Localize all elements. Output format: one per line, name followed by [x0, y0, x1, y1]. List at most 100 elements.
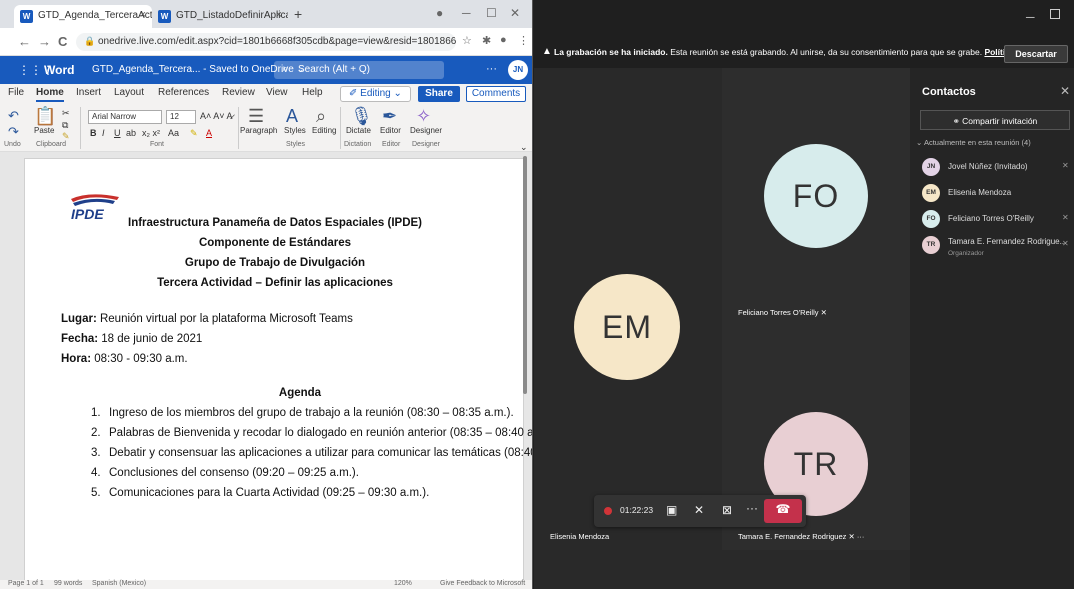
designer-icon[interactable]: ✧ [416, 106, 431, 127]
address-bar-row: ← → C 🔒 onedrive.live.com/edit.aspx?cid=… [0, 28, 532, 56]
recording-banner: ▲ La grabación se ha iniciado. Esta reun… [534, 38, 1074, 68]
new-tab-button[interactable]: + [294, 6, 302, 22]
reload-icon[interactable]: C [58, 34, 67, 49]
italic-icon[interactable]: I [102, 128, 105, 138]
search-input[interactable]: ⌕ Search (Alt + Q) [274, 61, 444, 79]
tab-review[interactable]: Review [222, 87, 255, 98]
document-page[interactable]: IPDE Infraestructura Panameña de Datos E… [24, 158, 532, 588]
paste-icon[interactable]: 📋 [34, 106, 56, 127]
group-designer: Designer [412, 141, 441, 148]
share-screen-icon[interactable]: ⊠ [722, 503, 732, 517]
call-controls: 01:22:23 ▣ ✕ ⊠ ··· ☎ [594, 495, 806, 527]
participants-panel: Contactos ✕ ⚭ Compartir invitación ⌄ Act… [910, 68, 1074, 589]
mic-off-icon[interactable]: ✕ [694, 503, 704, 517]
cut-icon[interactable]: ✂ [62, 108, 70, 119]
tab-view[interactable]: View [266, 87, 288, 98]
word-count: 99 words [54, 580, 83, 587]
forward-icon[interactable]: → [38, 34, 51, 49]
tab-label: GTD_Agenda_TerceraActividad_\ [38, 10, 152, 21]
group-dictation: Dictation [344, 141, 372, 148]
hang-up-button[interactable]: ☎ [764, 499, 802, 523]
close-tab-icon[interactable]: × [276, 9, 282, 21]
extensions-icon[interactable]: ✱ [482, 34, 491, 47]
account-icon[interactable]: ● [500, 34, 507, 46]
comments-button[interactable]: Comments [466, 86, 526, 102]
close-tab-icon[interactable]: × [140, 9, 146, 21]
url-input[interactable]: 🔒 onedrive.live.com/edit.aspx?cid=1801b6… [76, 33, 456, 51]
zoom-level[interactable]: 120% [394, 580, 412, 587]
scrollbar[interactable] [523, 156, 527, 394]
find-icon[interactable]: ⌕ [316, 106, 326, 127]
maximize-icon[interactable]: ☐ [486, 6, 497, 20]
word-header: ⋮⋮⋮ Word GTD_Agenda_Tercera... - Saved t… [0, 56, 532, 84]
redo-icon[interactable]: ↷ [8, 124, 19, 140]
word-icon: W [158, 10, 171, 23]
share-invite-button[interactable]: ⚭ Compartir invitación [920, 110, 1070, 130]
more-icon[interactable]: ··· [486, 63, 497, 75]
camera-off-icon[interactable]: ▣ [666, 503, 677, 517]
share-button[interactable]: Share [418, 86, 460, 102]
participant-item[interactable]: EM Elisenia Mendoza [922, 184, 1072, 206]
avatar[interactable]: JN [508, 60, 528, 80]
section-header[interactable]: ⌄ Actualmente en esta reunión (4) [916, 138, 1031, 147]
styles-icon[interactable]: A [286, 106, 298, 127]
font-size-select[interactable]: 12 [166, 110, 196, 124]
tab-insert[interactable]: Insert [76, 87, 101, 98]
minimize-icon[interactable]: ─ [1026, 10, 1035, 24]
maximize-icon[interactable] [1050, 9, 1060, 19]
divider [238, 107, 239, 149]
profile-icon[interactable]: ● [436, 6, 443, 20]
subscript-icon[interactable]: x₂ x² [142, 128, 160, 138]
change-case-icon[interactable]: Aa [168, 128, 179, 138]
close-icon[interactable]: ✕ [1060, 84, 1070, 98]
page-count: Page 1 of 1 [8, 580, 44, 587]
participant-item[interactable]: TR Tamara E. Fernandez Rodrigue... Organ… [922, 236, 1072, 258]
document-title[interactable]: GTD_Agenda_Tercera... - Saved to OneDriv… [92, 64, 305, 75]
feedback-link[interactable]: Give Feedback to Microsoft [440, 580, 525, 587]
minimize-icon[interactable]: ─ [462, 6, 471, 20]
participant-item[interactable]: JN Jovel Núñez (Invitado) ✕ [922, 158, 1072, 180]
tab-home[interactable]: Home [36, 87, 64, 102]
paragraph-label: Paragraph [240, 126, 278, 135]
tab-references[interactable]: References [158, 87, 209, 98]
close-window-icon[interactable]: ✕ [510, 6, 520, 20]
fecha-line: Fecha: 18 de junio de 2021 [61, 333, 202, 345]
bold-icon[interactable]: B [90, 128, 97, 138]
font-name-select[interactable]: Arial Narrow [88, 110, 162, 124]
font-color-icon[interactable]: A [206, 128, 212, 138]
highlight-icon[interactable]: ✎ [190, 128, 198, 139]
phone-icon: ☎ [775, 502, 791, 516]
panel-title: Contactos [922, 86, 976, 98]
undo-icon[interactable]: ↶ [8, 108, 19, 124]
agenda-item: 2. Palabras de Bienvenida y recodar lo di… [91, 427, 533, 439]
star-icon[interactable]: ☆ [462, 34, 472, 47]
participant-item[interactable]: FO Feliciano Torres O'Reilly ✕ [922, 210, 1072, 232]
underline-icon[interactable]: U [114, 128, 121, 138]
tab-agenda[interactable]: W GTD_Agenda_TerceraActividad_\ × [14, 5, 152, 28]
doc-header-4: Tercera Actividad – Definir las aplicaci… [157, 277, 393, 289]
tab-help[interactable]: Help [302, 87, 323, 98]
tab-file[interactable]: File [8, 87, 24, 98]
editing-mode-button[interactable]: ✐ Editing ⌄ [340, 86, 411, 102]
tab-layout[interactable]: Layout [114, 87, 144, 98]
dismiss-button[interactable]: Descartar [1004, 45, 1068, 63]
url-text: onedrive.live.com/edit.aspx?cid=1801b666… [98, 36, 456, 47]
microphone-icon[interactable]: 🎙 [350, 106, 373, 127]
paragraph-icon[interactable]: ☰ [248, 106, 264, 127]
grow-font-icon[interactable]: A˄ A˅ A̷ [200, 111, 233, 121]
agenda-item: 5. Comunicaciones para la Cuarta Activida… [91, 487, 430, 499]
document-canvas: IPDE Infraestructura Panameña de Datos E… [0, 152, 532, 588]
video-tile-fo[interactable]: FO Feliciano Torres O'Reilly ✕ [722, 68, 910, 332]
more-options-icon[interactable]: ··· [746, 501, 758, 515]
participant-name: Tamara E. Fernandez Rodriguez ✕ ··· [738, 532, 865, 541]
editor-icon[interactable]: ✒ [382, 106, 397, 127]
language[interactable]: Spanish (Mexico) [92, 580, 146, 587]
copy-icon[interactable]: ⧉ [62, 120, 68, 131]
menu-icon[interactable]: ⋮ [518, 34, 529, 47]
strikethrough-icon[interactable]: ab [126, 128, 136, 138]
back-icon[interactable]: ← [18, 34, 31, 49]
styles-label: Styles [284, 126, 306, 135]
tab-listado[interactable]: W GTD_ListadoDefinirAplicacione: × [152, 5, 288, 28]
hora-value: 08:30 - 09:30 a.m. [94, 353, 188, 365]
editing-label: Editing [312, 126, 337, 135]
